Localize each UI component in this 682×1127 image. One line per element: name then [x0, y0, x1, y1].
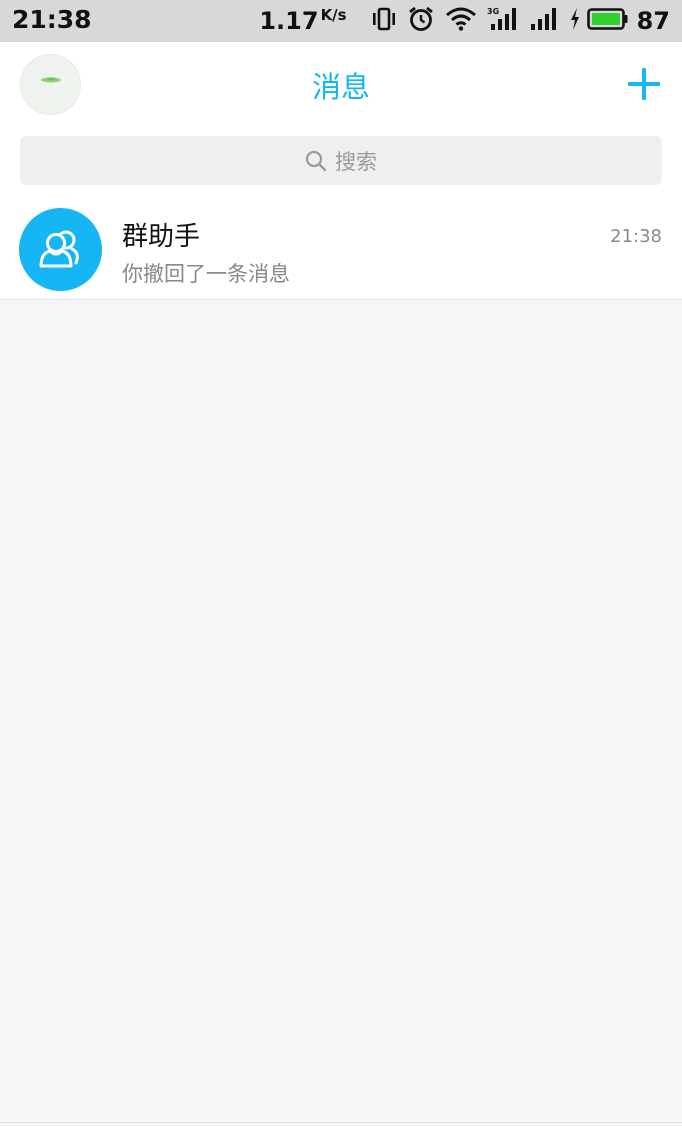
divider	[0, 1122, 682, 1123]
group-icon	[39, 230, 79, 267]
vibrate-icon	[371, 7, 397, 35]
screen: 21:38 1.17 K/s 3G 87 消息 搜索 群助手 你撤回了一条消息 …	[0, 0, 682, 1127]
group-assistant-avatar	[19, 208, 102, 291]
plus-icon	[628, 68, 660, 100]
status-bar: 21:38 1.17 K/s 3G 87	[0, 0, 682, 42]
battery-icon	[586, 7, 629, 35]
search-icon	[305, 150, 327, 171]
alarm-icon	[407, 6, 435, 36]
conversation-last-message: 你撤回了一条消息	[122, 262, 290, 286]
status-time: 21:38	[12, 5, 92, 34]
signal-icon	[529, 6, 559, 36]
conversation-name: 群助手	[122, 222, 201, 252]
status-right: 1.17 K/s 3G 87	[259, 5, 670, 37]
add-button[interactable]	[626, 66, 662, 102]
svg-text:3G: 3G	[487, 7, 499, 16]
search-placeholder: 搜索	[335, 149, 377, 174]
battery-level: 87	[636, 7, 670, 35]
header: 消息 搜索 群助手 你撤回了一条消息 21:38	[0, 42, 682, 300]
net-speed-unit: K/s	[320, 6, 347, 24]
conversation-time: 21:38	[610, 226, 662, 247]
list-item[interactable]: 群助手 你撤回了一条消息 21:38	[0, 194, 682, 300]
page-title: 消息	[311, 70, 370, 104]
charging-icon	[569, 7, 581, 35]
search-input[interactable]: 搜索	[20, 136, 662, 185]
net-speed: 1.17	[259, 7, 319, 35]
wifi-icon	[445, 6, 477, 36]
signal-3g-icon: 3G	[487, 6, 519, 36]
